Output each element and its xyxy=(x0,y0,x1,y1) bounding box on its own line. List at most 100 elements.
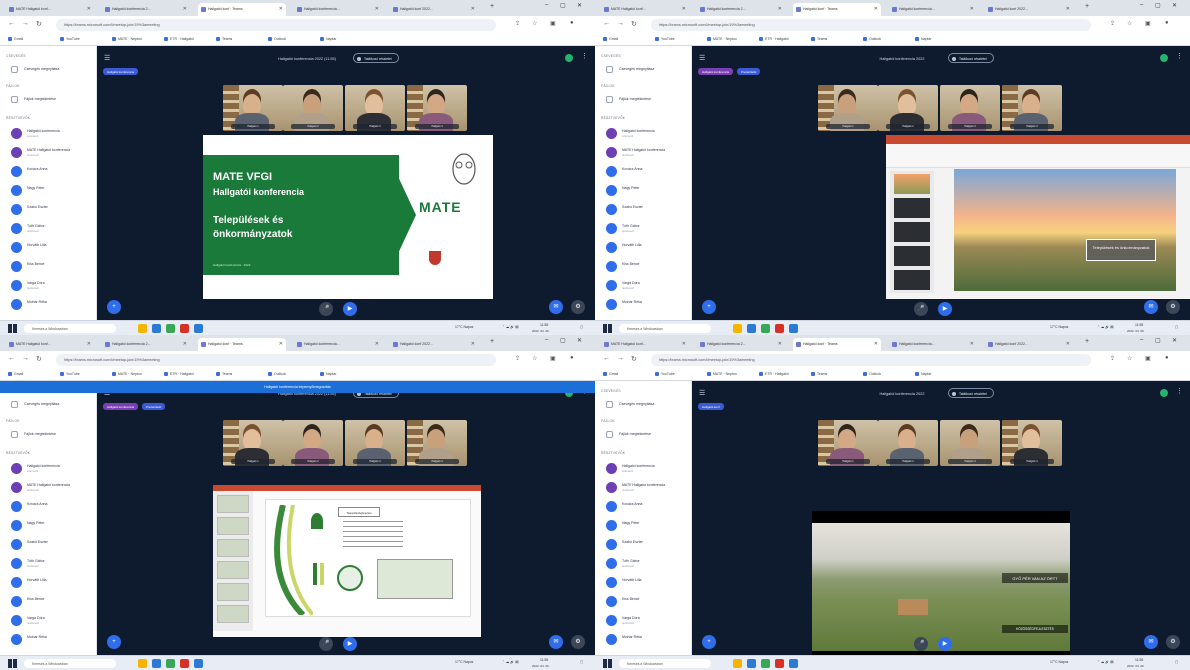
close-tab-icon[interactable]: ✕ xyxy=(471,6,475,12)
browser-tab[interactable]: Hallgatói konf 2022... ✕ xyxy=(390,3,478,16)
extensions-icon[interactable]: ▣ xyxy=(1145,355,1151,362)
chat-button[interactable]: ✉ xyxy=(1144,635,1158,649)
add-reaction-button[interactable]: + xyxy=(702,635,716,649)
mic-button[interactable]: 🎤 xyxy=(914,637,928,651)
taskbar-app-icon[interactable] xyxy=(789,659,798,668)
ppt-slide-thumb[interactable] xyxy=(217,539,249,557)
close-tab-icon[interactable]: ✕ xyxy=(1066,341,1070,347)
url-input[interactable]: https://teams.microsoft.com/l/meetup-joi… xyxy=(651,19,1091,31)
participant-item[interactable]: Hallgatói konferencia szervező xyxy=(8,126,92,143)
close-window-icon[interactable]: ✕ xyxy=(577,337,582,344)
close-tab-icon[interactable]: ✕ xyxy=(682,6,686,12)
more-options-icon[interactable]: ⋮ xyxy=(581,52,588,60)
participant-video[interactable]: Hallgató 2 xyxy=(283,420,343,466)
chat-button[interactable]: ✉ xyxy=(549,300,563,314)
participant-item[interactable]: MATE Hallgatói konferencia résztvevő xyxy=(603,145,687,162)
participant-video[interactable]: Hallgató 4 xyxy=(1002,420,1062,466)
taskbar-app-icon[interactable] xyxy=(789,324,798,333)
browser-tab[interactable]: Hallgatói konf · Teams ✕ xyxy=(793,3,881,16)
notifications-icon[interactable]: ▢ xyxy=(580,660,583,664)
sidebar-item-chat[interactable]: Csevegés megnyitása xyxy=(603,64,687,75)
minimize-icon[interactable]: – xyxy=(1140,337,1143,343)
bookmark-item[interactable]: YouTube xyxy=(60,37,80,41)
participant-item[interactable]: Kovács Anna xyxy=(8,164,92,181)
browser-tab[interactable]: Hallgatói konf 2022... ✕ xyxy=(985,338,1073,351)
more-options-icon[interactable]: ⋮ xyxy=(1176,387,1183,395)
browser-tab[interactable]: Hallgatói konferencia 2... ✕ xyxy=(102,3,190,16)
browser-tab[interactable]: Hallgatói konferencia... ✕ xyxy=(889,3,977,16)
close-window-icon[interactable]: ✕ xyxy=(577,2,582,9)
bookmark-item[interactable]: ETR · Hallgatói xyxy=(759,372,789,376)
taskbar-app-icon[interactable] xyxy=(775,659,784,668)
participant-item[interactable]: Kiss Bence xyxy=(8,259,92,276)
close-tab-icon[interactable]: ✕ xyxy=(183,6,187,12)
participant-item[interactable]: Kovács Anna xyxy=(8,499,92,516)
participant-item[interactable]: Kovács Anna xyxy=(603,499,687,516)
participant-item[interactable]: Kovács Anna xyxy=(603,164,687,181)
forward-icon[interactable]: → xyxy=(22,20,29,27)
taskbar-app-icon[interactable] xyxy=(747,324,756,333)
connection-status-icon[interactable] xyxy=(1160,54,1168,62)
star-icon[interactable]: ☆ xyxy=(532,355,537,362)
taskbar-app-icon[interactable] xyxy=(761,324,770,333)
browser-tab[interactable]: Hallgatói konf · Teams ✕ xyxy=(198,338,286,351)
share-icon[interactable]: ⇪ xyxy=(1110,355,1115,362)
browser-tab[interactable]: MATE Hallgatói konf... ✕ xyxy=(601,3,689,16)
meeting-chip[interactable]: Hallgatói konferencia xyxy=(103,403,138,410)
participant-video[interactable]: Hallgató 1 xyxy=(818,85,878,131)
participant-item[interactable]: Horváth Lilla xyxy=(603,575,687,592)
close-tab-icon[interactable]: ✕ xyxy=(279,6,283,12)
taskbar-app-icon[interactable] xyxy=(180,324,189,333)
browser-tab[interactable]: Hallgatói konferencia 2... ✕ xyxy=(697,338,785,351)
notifications-icon[interactable]: ▢ xyxy=(580,325,583,329)
bookmark-item[interactable]: MATE · Neptun xyxy=(112,37,142,41)
forward-icon[interactable]: → xyxy=(22,355,29,362)
participant-item[interactable]: Horváth Lilla xyxy=(8,240,92,257)
share-icon[interactable]: ⇪ xyxy=(1110,20,1115,27)
ppt-slide-thumb[interactable] xyxy=(217,517,249,535)
add-reaction-button[interactable]: + xyxy=(702,300,716,314)
taskbar-search[interactable]: Keresés a Windowsban xyxy=(24,659,116,668)
participant-item[interactable]: MATE Hallgatói konferencia résztvevő xyxy=(8,480,92,497)
participant-video[interactable]: Hallgató 2 xyxy=(878,85,938,131)
ppt-slide-thumb[interactable] xyxy=(217,495,249,513)
participant-item[interactable]: Kiss Bence xyxy=(603,594,687,611)
reload-icon[interactable]: ↻ xyxy=(36,355,42,363)
taskbar-app-icon[interactable] xyxy=(138,324,147,333)
participant-item[interactable]: Szabó Eszter xyxy=(603,202,687,219)
taskbar-search[interactable]: Keresés a Windowsban xyxy=(619,324,711,333)
chat-button[interactable]: ✉ xyxy=(1144,300,1158,314)
bookmark-item[interactable]: ETR · Hallgatói xyxy=(164,37,194,41)
reload-icon[interactable]: ↻ xyxy=(631,20,637,28)
sidebar-item-chat[interactable]: Csevegés megnyitása xyxy=(8,399,92,410)
settings-button[interactable]: ⚙ xyxy=(571,635,585,649)
participant-item[interactable]: Hallgatói konferencia szervező xyxy=(603,461,687,478)
maximize-icon[interactable]: ▢ xyxy=(1155,337,1161,344)
browser-tab[interactable]: MATE Hallgatói konf... ✕ xyxy=(6,338,94,351)
mic-button[interactable]: 🎤 xyxy=(914,302,928,316)
bookmark-item[interactable]: MATE · Neptun xyxy=(707,37,737,41)
connection-status-icon[interactable] xyxy=(565,54,573,62)
add-reaction-button[interactable]: + xyxy=(107,635,121,649)
bookmark-item[interactable]: YouTube xyxy=(655,372,675,376)
participant-video[interactable]: Hallgató 3 xyxy=(940,85,1000,131)
windows-start-icon[interactable] xyxy=(603,324,612,333)
forward-icon[interactable]: → xyxy=(617,20,624,27)
mic-button[interactable]: 🎤 xyxy=(319,302,333,316)
bookmark-item[interactable]: Gmail xyxy=(8,372,23,376)
participant-item[interactable]: Molnár Réka xyxy=(603,632,687,649)
participant-video[interactable]: Hallgató 3 xyxy=(940,420,1000,466)
browser-tab[interactable]: MATE Hallgatói konf... ✕ xyxy=(601,338,689,351)
browser-tab[interactable]: Hallgatói konferencia 2... ✕ xyxy=(102,338,190,351)
participant-video[interactable]: Hallgató 4 xyxy=(407,85,467,131)
browser-tab[interactable]: Hallgatói konf 2022... ✕ xyxy=(985,3,1073,16)
bookmark-item[interactable]: Gmail xyxy=(603,372,618,376)
participant-item[interactable]: Varga Dóra résztvevő xyxy=(603,613,687,630)
close-tab-icon[interactable]: ✕ xyxy=(1066,6,1070,12)
meeting-chip[interactable]: Hallgatói konferencia xyxy=(698,68,733,75)
browser-tab[interactable]: Hallgatói konf · Teams ✕ xyxy=(198,3,286,16)
sidebar-item-files[interactable]: Fájlok megtekintése xyxy=(8,429,92,440)
participant-item[interactable]: Szabó Eszter xyxy=(8,537,92,554)
tray-icons[interactable]: ⌃ ☁ 🔊 ▤ xyxy=(502,325,518,329)
participant-item[interactable]: Hallgatói konferencia szervező xyxy=(8,461,92,478)
